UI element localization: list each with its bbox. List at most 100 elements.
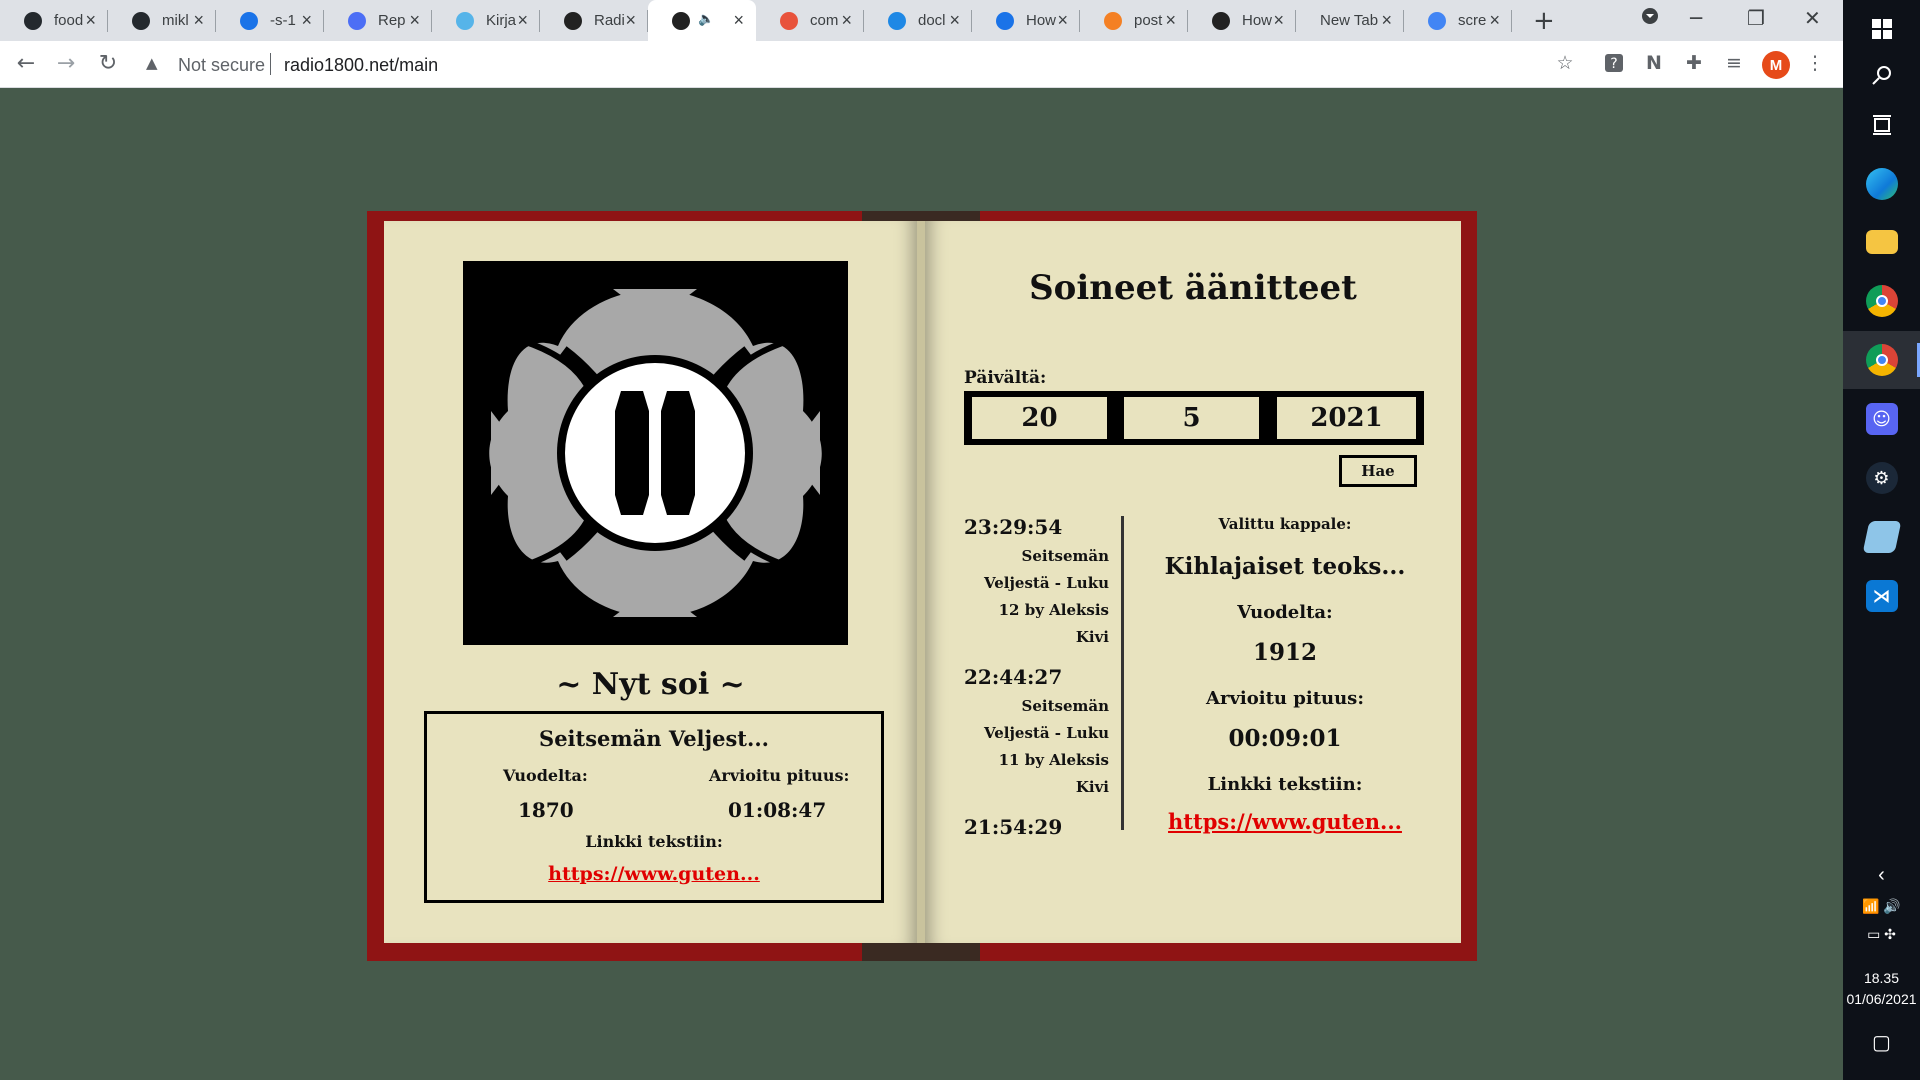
- new-tab-button[interactable]: +: [1533, 6, 1555, 36]
- restore-button[interactable]: ❐: [1747, 6, 1765, 30]
- month-input[interactable]: 5: [1124, 397, 1259, 439]
- puzzle-icon[interactable]: ✚: [1681, 50, 1707, 76]
- refresh-icon: [996, 12, 1014, 30]
- extension-n-icon[interactable]: N: [1641, 50, 1667, 76]
- taskbar-discord[interactable]: ☺: [1843, 390, 1920, 448]
- browser-tab[interactable]: post ×: [1080, 0, 1188, 41]
- search-button[interactable]: Hae: [1339, 455, 1417, 487]
- length-value: 01:08:47: [728, 798, 827, 822]
- browser-tab[interactable]: New Tab ×: [1296, 0, 1404, 41]
- browser-tab[interactable]: Radi ×: [540, 0, 648, 41]
- forward-button[interactable]: →: [52, 51, 80, 76]
- column-divider: [1121, 516, 1124, 830]
- browser-tab[interactable]: scre ×: [1404, 0, 1512, 41]
- close-tab-icon[interactable]: ×: [625, 10, 636, 30]
- task-view-icon: [1872, 115, 1891, 135]
- taskbar-file-explorer[interactable]: [1843, 213, 1920, 271]
- menu-kebab-icon[interactable]: ⋮: [1802, 50, 1828, 76]
- selected-length-label: Arvioitu pituus:: [1206, 688, 1364, 709]
- browser-tab[interactable]: How ×: [1188, 0, 1296, 41]
- tab-search-icon[interactable]: [1640, 6, 1660, 31]
- close-window-button[interactable]: ✕: [1804, 6, 1821, 30]
- browser-tab[interactable]: Rep ×: [324, 0, 432, 41]
- back-button[interactable]: ←: [12, 51, 40, 76]
- right-page: Soineet äänitteet Päivältä: 20 5 2021 Ha…: [925, 221, 1461, 943]
- show-hidden-icons-button[interactable]: ‹: [1843, 864, 1920, 887]
- selected-link-label: Linkki tekstiin:: [1207, 774, 1363, 795]
- close-tab-icon[interactable]: ×: [1273, 10, 1284, 30]
- history-item[interactable]: 22:44:27 Seitsemän Veljestä - Luku 11 by …: [964, 665, 1109, 801]
- taskbar-steam[interactable]: ⚙: [1843, 449, 1920, 507]
- history-description: Seitsemän Veljestä - Luku 12 by Aleksis …: [984, 547, 1109, 646]
- close-tab-icon[interactable]: ×: [409, 10, 420, 30]
- radio-icon: [564, 12, 582, 30]
- clock-time[interactable]: 18.35: [1843, 970, 1920, 986]
- close-tab-icon[interactable]: ×: [733, 10, 744, 30]
- selected-link[interactable]: https://www.guten...: [1135, 809, 1435, 834]
- selected-year: 1912: [1252, 639, 1317, 666]
- year-input[interactable]: 2021: [1277, 397, 1416, 439]
- taskbar-app[interactable]: [1843, 508, 1920, 566]
- reload-button[interactable]: ↻: [94, 51, 122, 76]
- browser-tab[interactable]: Kirja ×: [432, 0, 540, 41]
- browser-toolbar: ← → ↻ ▲ Not secure radio1800.net/main ☆ …: [0, 41, 1843, 88]
- browser-tab[interactable]: docl ×: [864, 0, 972, 41]
- edge-icon: [1865, 168, 1898, 200]
- day-input[interactable]: 20: [972, 397, 1107, 439]
- book-gutter: [917, 221, 925, 943]
- taskbar-chrome-profile[interactable]: [1843, 331, 1920, 389]
- history-list: 23:29:54 Seitsemän Veljestä - Luku 12 by …: [964, 515, 1109, 845]
- now-playing-box: Seitsemän Veljest... Vuodelta: Arvioitu …: [424, 711, 884, 903]
- selected-track-panel: Valittu kappale: Kihlajaiset teoks... Vu…: [1135, 515, 1435, 834]
- close-tab-icon[interactable]: ×: [85, 10, 96, 30]
- clock-date[interactable]: 01/06/2021: [1843, 991, 1920, 1007]
- audio-playing-icon[interactable]: 🔈: [698, 11, 714, 27]
- url-text[interactable]: radio1800.net/main: [284, 55, 438, 76]
- close-tab-icon[interactable]: ×: [1381, 10, 1392, 30]
- warning-icon[interactable]: ▲: [146, 54, 158, 72]
- close-tab-icon[interactable]: ×: [1489, 10, 1500, 30]
- history-item[interactable]: 21:54:29 Seitsemän: [964, 815, 1109, 845]
- address-bar[interactable]: ▲ Not secure radio1800.net/main: [138, 47, 1578, 82]
- close-tab-icon[interactable]: ×: [949, 10, 960, 30]
- browser-tab[interactable]: -s-1 ×: [216, 0, 324, 41]
- taskbar-edge[interactable]: [1843, 155, 1920, 213]
- windows-icon: [1871, 19, 1892, 39]
- close-tab-icon[interactable]: ×: [193, 10, 204, 30]
- text-link[interactable]: https://www.guten...: [427, 863, 881, 885]
- close-tab-icon[interactable]: ×: [1057, 10, 1068, 30]
- battery-icon[interactable]: ▭ ✣: [1843, 926, 1920, 943]
- browser-tab[interactable]: com ×: [756, 0, 864, 41]
- history-description: Seitsemän Veljestä - Luku 11 by Aleksis …: [984, 697, 1109, 796]
- browser-tab[interactable]: How ×: [972, 0, 1080, 41]
- browser-tab[interactable]: food ×: [0, 0, 108, 41]
- close-tab-icon[interactable]: ×: [301, 10, 312, 30]
- extension-help-icon[interactable]: ?: [1601, 50, 1627, 76]
- card-icon: [348, 12, 366, 30]
- browser-tab[interactable]: 🔈 ×: [648, 0, 756, 41]
- close-tab-icon[interactable]: ×: [1165, 10, 1176, 30]
- selected-label: Valittu kappale:: [1218, 515, 1352, 533]
- vscode-icon: ⋊: [1865, 580, 1898, 612]
- security-label[interactable]: Not secure: [178, 55, 265, 76]
- selected-title: Kihlajaiset teoks...: [1164, 553, 1406, 580]
- task-view-button[interactable]: [1843, 96, 1920, 154]
- taskbar-vscode[interactable]: ⋊: [1843, 567, 1920, 625]
- play-pause-button[interactable]: [463, 261, 848, 645]
- minimize-button[interactable]: ─: [1690, 6, 1702, 30]
- notification-icon[interactable]: ▢: [1843, 1030, 1920, 1055]
- date-picker: 20 5 2021: [964, 391, 1424, 445]
- browser-tab[interactable]: mikl ×: [108, 0, 216, 41]
- tab-strip: food × mikl × -s-1 × Rep × Kirja × Radi × 🔈 × com × docl…: [0, 0, 1843, 41]
- played-recordings-title: Soineet äänitteet: [1029, 268, 1357, 308]
- history-item[interactable]: 23:29:54 Seitsemän Veljestä - Luku 12 by …: [964, 515, 1109, 651]
- close-tab-icon[interactable]: ×: [841, 10, 852, 30]
- network-volume-icons[interactable]: 📶 🔊: [1843, 898, 1920, 915]
- media-control-icon[interactable]: ≡: [1721, 50, 1747, 76]
- length-label: Arvioitu pituus:: [709, 766, 850, 785]
- kirja-icon: [456, 12, 474, 30]
- star-icon[interactable]: ☆: [1552, 50, 1578, 76]
- close-tab-icon[interactable]: ×: [517, 10, 528, 30]
- profile-avatar[interactable]: M: [1762, 51, 1790, 79]
- taskbar-chrome[interactable]: [1843, 272, 1920, 330]
